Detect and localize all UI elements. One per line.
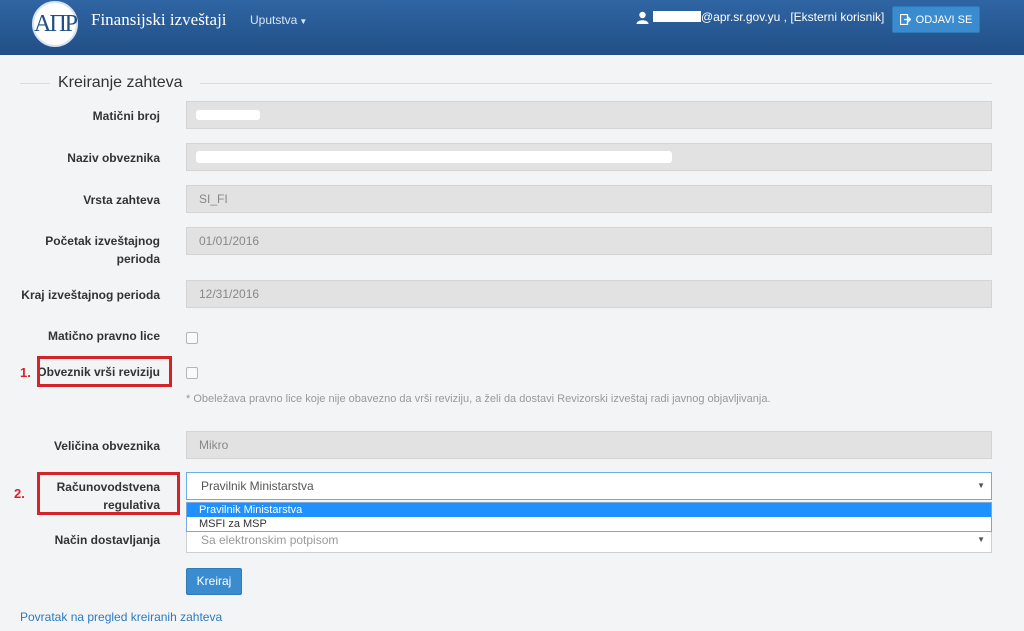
logout-icon (899, 14, 911, 25)
logout-button[interactable]: ODJAVI SE (892, 6, 980, 33)
naziv-obveznika-label: Naziv obveznika (67, 151, 160, 165)
velicina-field[interactable]: Mikro (186, 431, 992, 459)
logout-label: ODJAVI SE (915, 13, 973, 26)
redacted-maticni-broj (196, 110, 260, 120)
vrsta-zahteva-label: Vrsta zahteva (83, 193, 160, 207)
user-icon (636, 11, 649, 24)
kraj-perioda-label: Kraj izveštajnog perioda (21, 288, 160, 302)
legend-line-left (20, 83, 50, 84)
pocetak-perioda-label: Početak izveštajnog perioda (45, 234, 160, 266)
maticno-pravno-lice-checkbox[interactable] (186, 332, 198, 344)
regulativa-select[interactable]: Pravilnik Ministarstva ▼ (186, 472, 992, 500)
pocetak-perioda-field[interactable]: 01/01/2016 (186, 227, 992, 255)
redacted-username (653, 11, 701, 22)
legend-line-right (200, 83, 992, 84)
back-link[interactable]: Povratak na pregled kreiranih zahteva (20, 610, 222, 624)
user-info: @apr.sr.gov.yu , [Eksterni korisnik] (653, 10, 884, 24)
vrsta-zahteva-field[interactable]: SI_FI (186, 185, 992, 213)
uputstva-menu[interactable]: Uputstva ▼ (250, 13, 307, 27)
apr-logo[interactable]: AΠP (32, 1, 78, 47)
user-text: @apr.sr.gov.yu , [Eksterni korisnik] (701, 10, 885, 24)
logo-text: AΠP (34, 10, 78, 37)
option-msfi[interactable]: MSFI za MSP (187, 517, 991, 531)
regulativa-value: Pravilnik Ministarstva (201, 479, 314, 493)
redacted-naziv (196, 151, 672, 163)
kreiraj-button[interactable]: Kreiraj (186, 568, 242, 595)
annotation-number-1: 1. (20, 365, 31, 380)
annotation-box-1 (37, 356, 172, 387)
nacin-label: Način dostavljanja (54, 533, 160, 547)
revizija-hint: * Obeležava pravno lice koje nije obavez… (186, 393, 771, 405)
maticni-broj-field[interactable] (186, 101, 992, 129)
revizija-checkbox[interactable] (186, 367, 198, 379)
annotation-number-2: 2. (14, 486, 25, 501)
app-title[interactable]: Finansijski izveštaji (91, 10, 227, 30)
maticno-pravno-lice-label: Matično pravno lice (47, 329, 160, 343)
dropdown-arrow-icon: ▼ (977, 481, 985, 490)
velicina-label: Veličina obveznika (53, 439, 160, 453)
kraj-perioda-field[interactable]: 12/31/2016 (186, 280, 992, 308)
caret-down-icon: ▼ (299, 17, 308, 26)
uputstva-label: Uputstva (250, 13, 298, 27)
nacin-value: Sa elektronskim potpisom (201, 533, 339, 547)
form-legend: Kreiranje zahteva (58, 74, 183, 91)
top-navbar: AΠP Finansijski izveštaji Uputstva ▼ @apr… (0, 0, 1024, 55)
option-pravilnik[interactable]: Pravilnik Ministarstva (187, 503, 991, 517)
annotation-box-2 (37, 472, 180, 515)
maticni-broj-label: Matični broj (92, 109, 160, 123)
regulativa-dropdown-list: Pravilnik Ministarstva MSFI za MSP (186, 502, 992, 532)
